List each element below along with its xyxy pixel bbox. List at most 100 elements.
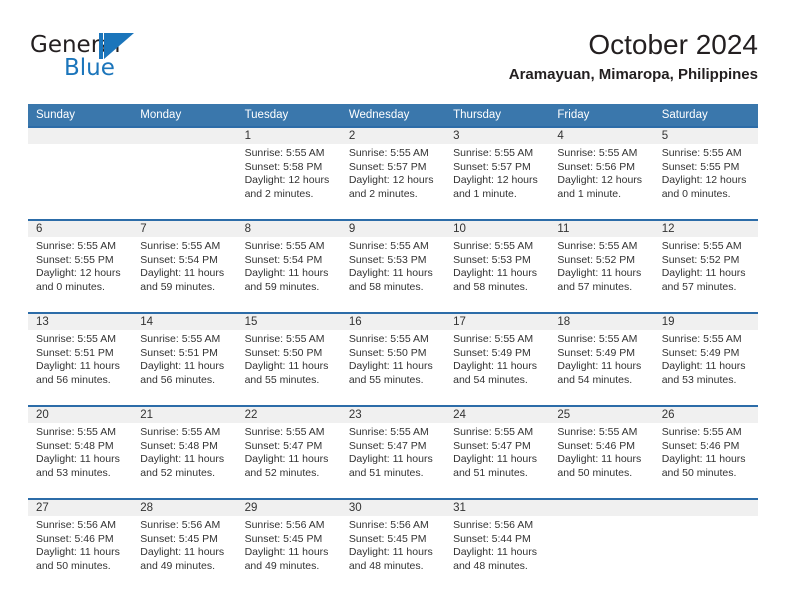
daylight-text-line2: and 52 minutes. bbox=[140, 466, 215, 479]
daylight-text-line2: and 1 minute. bbox=[557, 187, 622, 200]
day-number-18[interactable]: 18 bbox=[549, 312, 654, 330]
day-cell-21[interactable]: Sunrise: 5:55 AM Sunset: 5:48 PM Daylight:… bbox=[132, 423, 237, 499]
sunrise-text: Sunrise: 5:55 AM bbox=[557, 240, 638, 252]
daylight-text-line1: Daylight: 12 hours bbox=[36, 267, 121, 280]
day-number-30[interactable]: 30 bbox=[340, 498, 446, 516]
daylight-text-line1: Daylight: 12 hours bbox=[348, 174, 434, 187]
day-cell-10[interactable]: Sunrise: 5:55 AM Sunset: 5:53 PM Daylight:… bbox=[445, 237, 550, 313]
day-number-13[interactable]: 13 bbox=[28, 312, 133, 330]
day-number-2[interactable]: 2 bbox=[340, 126, 446, 144]
day-number-14[interactable]: 14 bbox=[132, 312, 237, 330]
week-detail-strip: Sunrise: 5:55 AM Sunset: 5:55 PM Daylight:… bbox=[28, 237, 758, 313]
day-number-empty bbox=[549, 498, 654, 516]
day-number-19[interactable]: 19 bbox=[653, 312, 758, 330]
day-cell-16[interactable]: Sunrise: 5:55 AM Sunset: 5:50 PM Daylight:… bbox=[340, 330, 446, 406]
day-cell-26[interactable]: Sunrise: 5:55 AM Sunset: 5:46 PM Daylight:… bbox=[653, 423, 758, 499]
day-number-16[interactable]: 16 bbox=[340, 312, 446, 330]
sunset-text: Sunset: 5:57 PM bbox=[348, 160, 427, 173]
day-number-28[interactable]: 28 bbox=[132, 498, 237, 516]
day-number-25[interactable]: 25 bbox=[549, 405, 654, 423]
day-cell-12[interactable]: Sunrise: 5:55 AM Sunset: 5:52 PM Daylight:… bbox=[653, 237, 758, 313]
title-block: October 2024 Aramayuan, Mimaropa, Philip… bbox=[509, 28, 758, 85]
sunrise-text: Sunrise: 5:55 AM bbox=[453, 147, 534, 159]
day-cell-25[interactable]: Sunrise: 5:55 AM Sunset: 5:46 PM Daylight:… bbox=[549, 423, 654, 499]
calendar-body: 12345 Sunrise: 5:55 AM Sunset: 5:58 PM Day… bbox=[28, 126, 758, 591]
sunrise-text: Sunrise: 5:55 AM bbox=[661, 147, 742, 159]
daylight-text-line1: Daylight: 11 hours bbox=[348, 360, 433, 373]
day-number-8[interactable]: 8 bbox=[236, 219, 341, 237]
day-number-empty bbox=[28, 126, 133, 144]
sunset-text: Sunset: 5:54 PM bbox=[244, 253, 323, 266]
day-number-9[interactable]: 9 bbox=[340, 219, 446, 237]
day-cell-31[interactable]: Sunrise: 5:56 AM Sunset: 5:44 PM Daylight:… bbox=[445, 516, 550, 591]
day-number-27[interactable]: 27 bbox=[28, 498, 133, 516]
day-cell-8[interactable]: Sunrise: 5:55 AM Sunset: 5:54 PM Daylight:… bbox=[236, 237, 341, 313]
day-number-23[interactable]: 23 bbox=[340, 405, 446, 423]
day-cell-20[interactable]: Sunrise: 5:55 AM Sunset: 5:48 PM Daylight:… bbox=[28, 423, 133, 499]
day-number-1[interactable]: 1 bbox=[236, 126, 341, 144]
sunset-text: Sunset: 5:45 PM bbox=[244, 532, 323, 545]
sunset-text: Sunset: 5:45 PM bbox=[348, 532, 427, 545]
day-cell-3[interactable]: Sunrise: 5:55 AM Sunset: 5:57 PM Daylight:… bbox=[445, 144, 550, 220]
day-number-5[interactable]: 5 bbox=[653, 126, 758, 144]
day-cell-30[interactable]: Sunrise: 5:56 AM Sunset: 5:45 PM Daylight:… bbox=[340, 516, 446, 591]
day-cell-29[interactable]: Sunrise: 5:56 AM Sunset: 5:45 PM Daylight:… bbox=[236, 516, 341, 591]
day-cell-7[interactable]: Sunrise: 5:55 AM Sunset: 5:54 PM Daylight:… bbox=[132, 237, 237, 313]
day-number-17[interactable]: 17 bbox=[445, 312, 550, 330]
daylight-text-line2: and 58 minutes. bbox=[348, 280, 424, 293]
day-number-12[interactable]: 12 bbox=[653, 219, 758, 237]
daylight-text-line1: Daylight: 11 hours bbox=[453, 453, 537, 466]
day-number-15[interactable]: 15 bbox=[236, 312, 341, 330]
day-number-22[interactable]: 22 bbox=[236, 405, 341, 423]
sunset-text: Sunset: 5:49 PM bbox=[557, 346, 636, 359]
day-cell-13[interactable]: Sunrise: 5:55 AM Sunset: 5:51 PM Daylight:… bbox=[28, 330, 133, 406]
day-cell-14[interactable]: Sunrise: 5:55 AM Sunset: 5:51 PM Daylight:… bbox=[132, 330, 237, 406]
sunrise-text: Sunrise: 5:56 AM bbox=[244, 519, 325, 531]
sunrise-text: Sunrise: 5:55 AM bbox=[36, 426, 116, 438]
sunset-text: Sunset: 5:48 PM bbox=[36, 439, 114, 452]
day-cell-18[interactable]: Sunrise: 5:55 AM Sunset: 5:49 PM Daylight:… bbox=[549, 330, 654, 406]
day-number-empty bbox=[132, 126, 237, 144]
day-cell-15[interactable]: Sunrise: 5:55 AM Sunset: 5:50 PM Daylight:… bbox=[236, 330, 341, 406]
calendar-page: General Blue October 2024 Aramayuan, Mim… bbox=[0, 0, 792, 612]
day-cell-24[interactable]: Sunrise: 5:55 AM Sunset: 5:47 PM Daylight:… bbox=[445, 423, 550, 499]
day-cell-23[interactable]: Sunrise: 5:55 AM Sunset: 5:47 PM Daylight:… bbox=[340, 423, 446, 499]
day-cell-22[interactable]: Sunrise: 5:55 AM Sunset: 5:47 PM Daylight:… bbox=[236, 423, 341, 499]
day-cell-11[interactable]: Sunrise: 5:55 AM Sunset: 5:52 PM Daylight:… bbox=[549, 237, 654, 313]
day-cell-9[interactable]: Sunrise: 5:55 AM Sunset: 5:53 PM Daylight:… bbox=[340, 237, 446, 313]
daylight-text-line1: Daylight: 11 hours bbox=[453, 360, 537, 373]
sunrise-text: Sunrise: 5:55 AM bbox=[244, 147, 325, 159]
daylight-text-line1: Daylight: 11 hours bbox=[140, 267, 225, 280]
day-number-20[interactable]: 20 bbox=[28, 405, 133, 423]
day-cell-5[interactable]: Sunrise: 5:55 AM Sunset: 5:55 PM Daylight:… bbox=[653, 144, 758, 220]
day-number-3[interactable]: 3 bbox=[445, 126, 550, 144]
sunrise-text: Sunrise: 5:55 AM bbox=[140, 426, 221, 438]
week-detail-strip: Sunrise: 5:55 AM Sunset: 5:58 PM Daylight:… bbox=[28, 144, 758, 220]
day-number-29[interactable]: 29 bbox=[236, 498, 341, 516]
day-number-10[interactable]: 10 bbox=[445, 219, 550, 237]
day-number-26[interactable]: 26 bbox=[653, 405, 758, 423]
sunrise-text: Sunrise: 5:55 AM bbox=[557, 147, 638, 159]
sunset-text: Sunset: 5:58 PM bbox=[244, 160, 323, 173]
daylight-text-line2: and 54 minutes. bbox=[557, 373, 633, 386]
day-number-31[interactable]: 31 bbox=[445, 498, 550, 516]
sunrise-text: Sunrise: 5:55 AM bbox=[557, 333, 638, 345]
daylight-text-line2: and 48 minutes. bbox=[453, 559, 528, 572]
day-number-21[interactable]: 21 bbox=[132, 405, 237, 423]
day-cell-27[interactable]: Sunrise: 5:56 AM Sunset: 5:46 PM Daylight:… bbox=[28, 516, 133, 591]
day-cell-4[interactable]: Sunrise: 5:55 AM Sunset: 5:56 PM Daylight:… bbox=[549, 144, 654, 220]
location-subtitle: Aramayuan, Mimaropa, Philippines bbox=[508, 66, 758, 83]
day-number-4[interactable]: 4 bbox=[549, 126, 654, 144]
day-cell-1[interactable]: Sunrise: 5:55 AM Sunset: 5:58 PM Daylight:… bbox=[236, 144, 341, 220]
day-number-6[interactable]: 6 bbox=[28, 219, 133, 237]
logo-triangle-shape bbox=[104, 33, 134, 59]
day-cell-19[interactable]: Sunrise: 5:55 AM Sunset: 5:49 PM Daylight:… bbox=[653, 330, 758, 406]
day-number-7[interactable]: 7 bbox=[132, 219, 237, 237]
day-cell-17[interactable]: Sunrise: 5:55 AM Sunset: 5:49 PM Daylight:… bbox=[445, 330, 550, 406]
day-number-24[interactable]: 24 bbox=[445, 405, 550, 423]
day-cell-2[interactable]: Sunrise: 5:55 AM Sunset: 5:57 PM Daylight:… bbox=[340, 144, 446, 220]
day-cell-28[interactable]: Sunrise: 5:56 AM Sunset: 5:45 PM Daylight:… bbox=[132, 516, 237, 591]
brand-logo[interactable]: General Blue bbox=[30, 32, 260, 94]
day-cell-6[interactable]: Sunrise: 5:55 AM Sunset: 5:55 PM Daylight:… bbox=[28, 237, 133, 313]
day-number-11[interactable]: 11 bbox=[549, 219, 654, 237]
